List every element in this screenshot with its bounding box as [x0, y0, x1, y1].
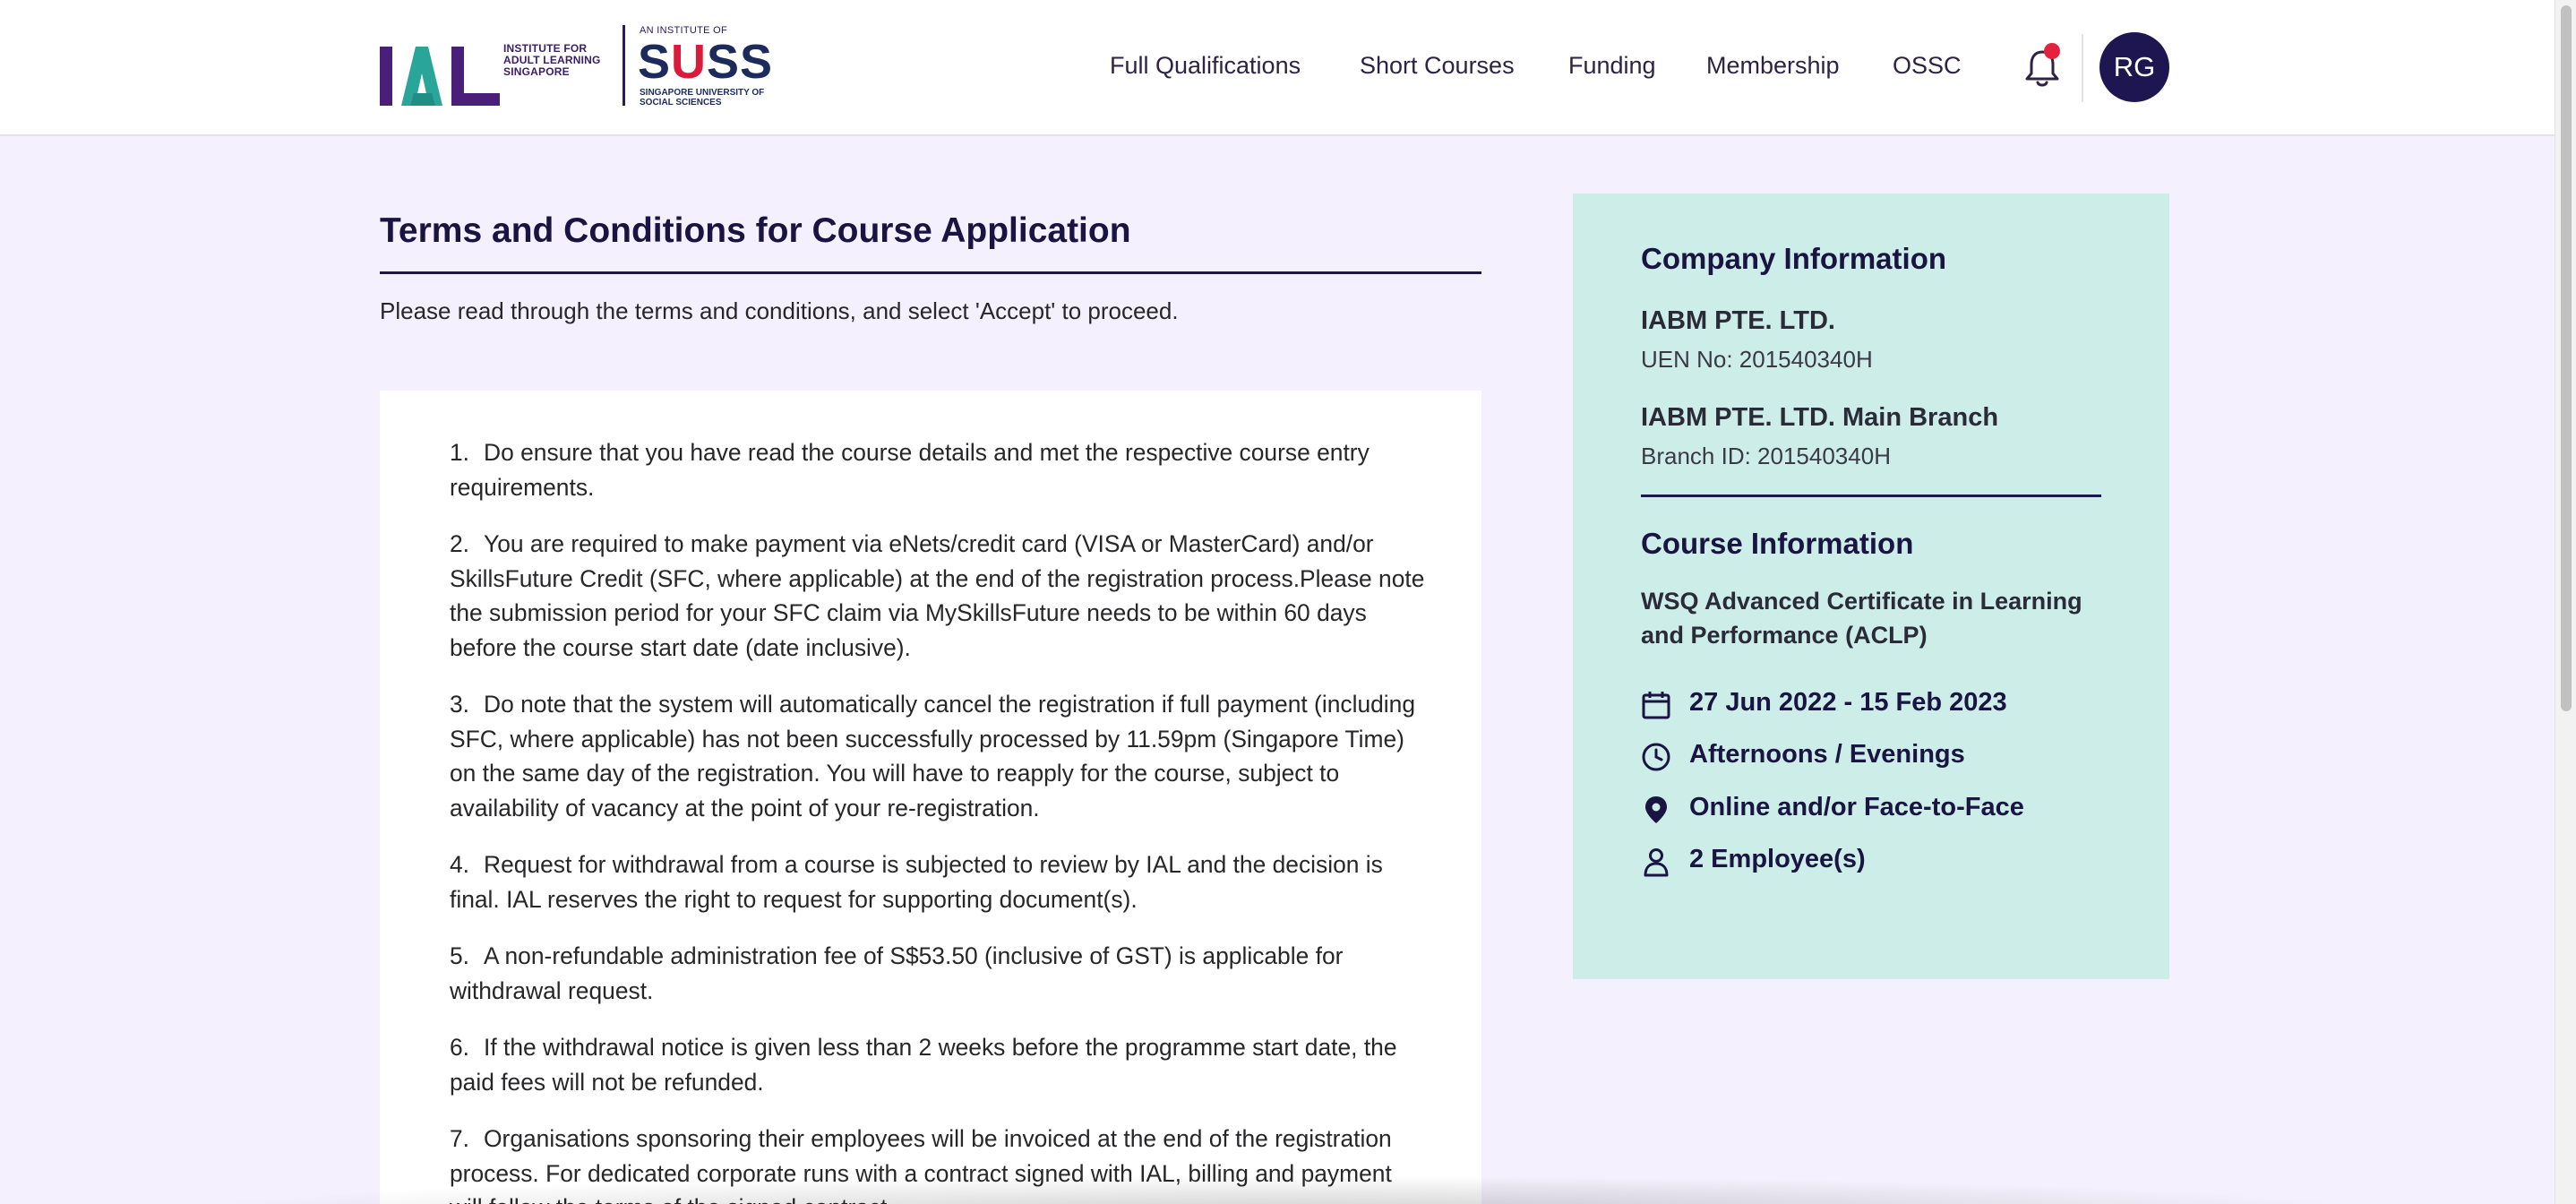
company-uen: UEN No: 201540340H	[1641, 346, 1873, 373]
suss-logo-word: SUSS	[638, 35, 774, 89]
notification-button[interactable]	[2022, 43, 2062, 88]
term-number: 7.	[450, 1125, 470, 1152]
intro-text: Please read through the terms and condit…	[380, 297, 1179, 324]
nav-funding[interactable]: Funding	[1568, 52, 1656, 80]
term-text: Request for withdrawal from a course is …	[450, 851, 1383, 913]
scrollbar-thumb[interactable]	[2561, 5, 2572, 711]
term-number: 1.	[450, 439, 470, 466]
site-header: INSTITUTE FOR ADULT LEARNING SINGAPORE A…	[0, 0, 2555, 136]
term-number: 6.	[450, 1034, 470, 1061]
term-text: Do note that the system will automatical…	[450, 691, 1416, 821]
term-text: If the withdrawal notice is given less t…	[450, 1034, 1397, 1096]
term-item: 2. You are required to make payment via e…	[450, 527, 1426, 665]
suss-logo[interactable]: AN INSTITUTE OF SUSS SINGAPORE UNIVERSIT…	[638, 23, 772, 109]
course-mode: Online and/or Face-to-Face	[1689, 793, 2024, 821]
suss-logo-sub: SINGAPORE UNIVERSITY OF SOCIAL SCIENCES	[640, 88, 765, 108]
page-title: Terms and Conditions for Course Applicat…	[380, 211, 1131, 250]
location-pin-icon	[1645, 796, 1667, 823]
nav-ossc[interactable]: OSSC	[1893, 52, 1962, 80]
panel-divider	[1641, 494, 2101, 497]
terms-list: 1. Do ensure that you have read the cours…	[450, 435, 1426, 1204]
term-item: 6. If the withdrawal notice is given less…	[450, 1030, 1426, 1099]
course-name: WSQ Advanced Certificate in Learning and…	[1641, 588, 2082, 649]
term-number: 5.	[450, 942, 470, 969]
header-separator	[2082, 34, 2083, 102]
nav-membership[interactable]: Membership	[1706, 52, 1840, 80]
user-avatar[interactable]: RG	[2099, 32, 2169, 102]
course-time: Afternoons / Evenings	[1689, 740, 1965, 769]
term-text: Organisations sponsoring their employees…	[450, 1125, 1392, 1204]
term-number: 3.	[450, 691, 470, 718]
term-item: 7. Organisations sponsoring their employe…	[450, 1122, 1426, 1204]
calendar-icon	[1642, 692, 1670, 719]
term-item: 5. A non-refundable administration fee of…	[450, 939, 1426, 1008]
info-panel: Company Information IABM PTE. LTD. UEN N…	[1573, 194, 2169, 979]
title-divider	[380, 271, 1481, 274]
course-employees: 2 Employee(s)	[1689, 845, 1866, 873]
term-item: 1. Do ensure that you have read the cours…	[450, 435, 1426, 504]
company-name: IABM PTE. LTD.	[1641, 306, 1835, 335]
nav-full-qualifications[interactable]: Full Qualifications	[1110, 52, 1301, 80]
suss-logo-main: SUSS	[638, 36, 773, 88]
term-number: 4.	[450, 851, 470, 878]
terms-card: 1. Do ensure that you have read the cours…	[380, 391, 1481, 1204]
ial-letters-logo	[380, 47, 500, 106]
page-scrollbar[interactable]	[2555, 0, 2576, 1204]
suss-logo-accent-letter: U	[671, 35, 708, 89]
logo-divider	[623, 25, 625, 106]
clock-icon	[1642, 743, 1670, 771]
ial-logo-text: INSTITUTE FOR ADULT LEARNING SINGAPORE	[503, 42, 601, 78]
term-number: 2.	[450, 530, 470, 557]
term-text: A non-refundable administration fee of S…	[450, 942, 1344, 1004]
course-info-heading: Course Information	[1641, 527, 1914, 560]
person-icon	[1644, 848, 1669, 877]
company-info-heading: Company Information	[1641, 242, 1947, 275]
ial-logo[interactable]: INSTITUTE FOR ADULT LEARNING SINGAPORE	[380, 39, 604, 109]
term-text: You are required to make payment via eNe…	[450, 530, 1425, 661]
nav-short-courses[interactable]: Short Courses	[1360, 52, 1515, 80]
term-text: Do ensure that you have read the course …	[450, 439, 1370, 501]
branch-id: Branch ID: 201540340H	[1641, 443, 1891, 469]
branch-name: IABM PTE. LTD. Main Branch	[1641, 403, 1999, 432]
term-item: 4. Request for withdrawal from a course i…	[450, 847, 1426, 916]
term-item: 3. Do note that the system will automatic…	[450, 687, 1426, 825]
course-dates: 27 Jun 2022 - 15 Feb 2023	[1689, 688, 2007, 717]
notification-dot	[2044, 43, 2060, 59]
